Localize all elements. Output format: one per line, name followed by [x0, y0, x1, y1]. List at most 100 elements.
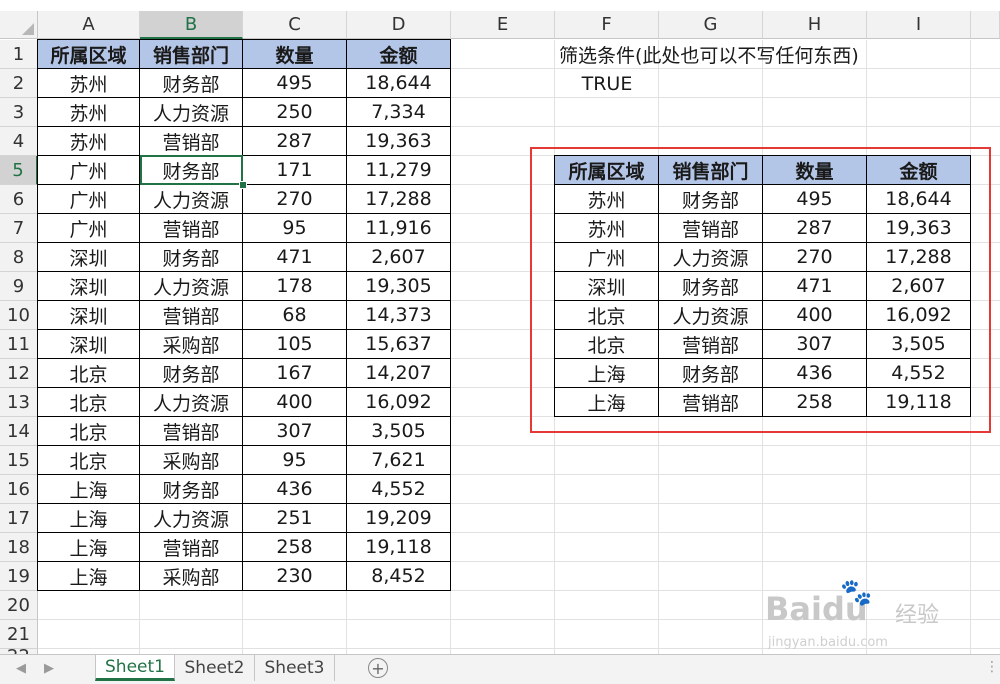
src-cell[interactable]: 287: [243, 127, 347, 156]
more-options-icon[interactable]: ⋮: [985, 659, 999, 675]
src-cell[interactable]: 营销部: [140, 214, 243, 243]
src-cell[interactable]: 上海: [38, 504, 140, 533]
src-cell[interactable]: 人力资源: [140, 185, 243, 214]
row-header-19[interactable]: 19: [0, 562, 38, 591]
src-cell[interactable]: 250: [243, 98, 347, 127]
column-header-h[interactable]: H: [763, 11, 867, 39]
tab-sheet1[interactable]: Sheet1: [95, 655, 175, 681]
src-cell[interactable]: 深圳: [38, 330, 140, 359]
src-cell[interactable]: 14,207: [347, 359, 451, 388]
row-header-3[interactable]: 3: [0, 98, 38, 127]
src-cell[interactable]: 14,373: [347, 301, 451, 330]
src-cell[interactable]: 人力资源: [140, 272, 243, 301]
src-cell[interactable]: 16,092: [347, 388, 451, 417]
src-cell[interactable]: 19,209: [347, 504, 451, 533]
src-cell[interactable]: 上海: [38, 475, 140, 504]
row-header-6[interactable]: 6: [0, 185, 38, 214]
src-cell[interactable]: 436: [243, 475, 347, 504]
src-cell[interactable]: 营销部: [140, 533, 243, 562]
column-header-b[interactable]: B: [140, 11, 243, 39]
row-header-11[interactable]: 11: [0, 330, 38, 359]
src-header-1[interactable]: 销售部门: [140, 40, 243, 69]
row-header-7[interactable]: 7: [0, 214, 38, 243]
criteria-label[interactable]: 筛选条件(此处也可以不写任何东西): [555, 40, 865, 69]
src-cell[interactable]: 95: [243, 214, 347, 243]
row-header-1[interactable]: 1: [0, 40, 38, 69]
add-sheet-icon[interactable]: +: [368, 658, 388, 678]
row-header-13[interactable]: 13: [0, 388, 38, 417]
src-cell[interactable]: 营销部: [140, 127, 243, 156]
src-cell[interactable]: 采购部: [140, 562, 243, 591]
scroll-left-icon[interactable]: ◀: [16, 661, 26, 676]
src-cell[interactable]: 人力资源: [140, 98, 243, 127]
src-cell[interactable]: 95: [243, 446, 347, 475]
src-cell[interactable]: 18,644: [347, 69, 451, 98]
src-cell[interactable]: 11,279: [347, 156, 451, 185]
row-header-20[interactable]: 20: [0, 591, 38, 620]
src-cell[interactable]: 财务部: [140, 359, 243, 388]
src-cell[interactable]: 8,452: [347, 562, 451, 591]
src-cell[interactable]: 苏州: [38, 98, 140, 127]
src-cell[interactable]: 采购部: [140, 330, 243, 359]
src-cell[interactable]: 北京: [38, 417, 140, 446]
src-cell[interactable]: 营销部: [140, 417, 243, 446]
src-cell[interactable]: 广州: [38, 156, 140, 185]
tab-sheet2[interactable]: Sheet2: [175, 655, 255, 681]
column-header-d[interactable]: D: [347, 11, 451, 39]
row-header-5[interactable]: 5: [0, 156, 38, 185]
src-cell[interactable]: 270: [243, 185, 347, 214]
src-cell[interactable]: 人力资源: [140, 504, 243, 533]
src-cell[interactable]: 178: [243, 272, 347, 301]
src-cell[interactable]: 471: [243, 243, 347, 272]
src-cell[interactable]: 258: [243, 533, 347, 562]
row-header-2[interactable]: 2: [0, 69, 38, 98]
scroll-right-icon[interactable]: ▶: [44, 661, 54, 676]
src-cell[interactable]: 19,118: [347, 533, 451, 562]
src-cell[interactable]: 105: [243, 330, 347, 359]
src-cell[interactable]: 68: [243, 301, 347, 330]
row-header-9[interactable]: 9: [0, 272, 38, 301]
src-header-2[interactable]: 数量: [243, 40, 347, 69]
src-cell[interactable]: 400: [243, 388, 347, 417]
src-cell[interactable]: 7,334: [347, 98, 451, 127]
src-cell[interactable]: 采购部: [140, 446, 243, 475]
src-cell[interactable]: 230: [243, 562, 347, 591]
tab-sheet3[interactable]: Sheet3: [255, 655, 335, 681]
row-header-15[interactable]: 15: [0, 446, 38, 475]
criteria-value[interactable]: TRUE: [555, 69, 659, 98]
src-cell[interactable]: 财务部: [140, 475, 243, 504]
src-cell[interactable]: 307: [243, 417, 347, 446]
fill-handle[interactable]: [239, 181, 247, 189]
column-header-c[interactable]: C: [243, 11, 347, 39]
src-cell[interactable]: 北京: [38, 359, 140, 388]
src-cell[interactable]: 苏州: [38, 69, 140, 98]
src-cell[interactable]: 3,505: [347, 417, 451, 446]
src-cell[interactable]: 深圳: [38, 243, 140, 272]
row-header-18[interactable]: 18: [0, 533, 38, 562]
src-cell[interactable]: 167: [243, 359, 347, 388]
src-cell[interactable]: 财务部: [140, 243, 243, 272]
column-header-a[interactable]: A: [38, 11, 140, 39]
src-cell[interactable]: 营销部: [140, 301, 243, 330]
src-cell[interactable]: 171: [243, 156, 347, 185]
src-cell[interactable]: 广州: [38, 185, 140, 214]
row-header-14[interactable]: 14: [0, 417, 38, 446]
src-cell[interactable]: 上海: [38, 562, 140, 591]
row-header-8[interactable]: 8: [0, 243, 38, 272]
src-cell[interactable]: 19,363: [347, 127, 451, 156]
src-cell[interactable]: 深圳: [38, 272, 140, 301]
src-cell[interactable]: 495: [243, 69, 347, 98]
src-cell[interactable]: 7,621: [347, 446, 451, 475]
src-cell[interactable]: 财务部: [140, 69, 243, 98]
src-cell[interactable]: 251: [243, 504, 347, 533]
src-cell[interactable]: 深圳: [38, 301, 140, 330]
src-cell[interactable]: 广州: [38, 214, 140, 243]
src-cell[interactable]: 11,916: [347, 214, 451, 243]
row-header-17[interactable]: 17: [0, 504, 38, 533]
src-cell[interactable]: 19,305: [347, 272, 451, 301]
column-header-i[interactable]: I: [867, 11, 971, 39]
src-cell[interactable]: 北京: [38, 446, 140, 475]
src-header-0[interactable]: 所属区域: [38, 40, 140, 69]
src-cell[interactable]: 上海: [38, 533, 140, 562]
column-header-g[interactable]: G: [659, 11, 763, 39]
